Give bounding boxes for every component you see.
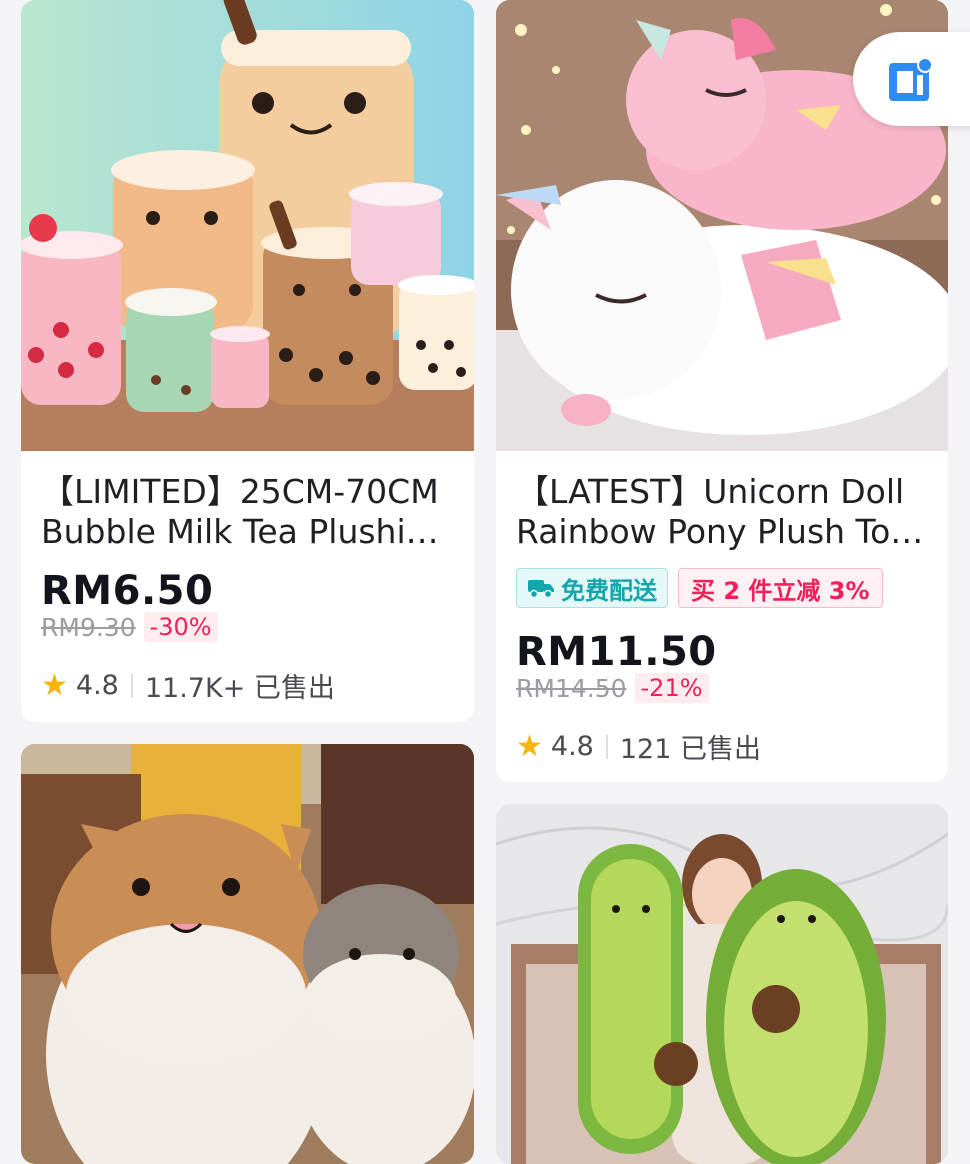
star-icon: ★ bbox=[516, 729, 543, 764]
assistant-icon bbox=[889, 57, 933, 101]
bundle-discount-tag: 买 2 件立减 3% bbox=[678, 568, 883, 608]
free-shipping-label: 免费配送 bbox=[561, 576, 657, 605]
product-card[interactable] bbox=[21, 744, 474, 1164]
original-price: RM9.30 bbox=[41, 612, 136, 642]
product-price: RM11.50 bbox=[516, 629, 717, 675]
price-compare-row: RM9.30 -30% bbox=[41, 612, 218, 642]
star-icon: ★ bbox=[41, 668, 68, 703]
product-card[interactable]: 【LIMITED】25CM-70CM Bubble Milk Tea Plush… bbox=[21, 0, 474, 722]
product-image[interactable] bbox=[496, 804, 948, 1164]
product-price: RM6.50 bbox=[41, 568, 214, 614]
truck-icon bbox=[528, 580, 554, 599]
promo-tags: 免费配送 买 2 件立减 3% bbox=[516, 568, 883, 608]
rating-row: ★ 4.8 11.7K+ 已售出 bbox=[41, 666, 335, 705]
product-image[interactable] bbox=[21, 0, 474, 451]
divider bbox=[605, 734, 608, 759]
discount-badge: -21% bbox=[634, 673, 709, 703]
price-compare-row: RM14.50 -21% bbox=[516, 673, 709, 703]
free-shipping-tag: 免费配送 bbox=[516, 568, 668, 608]
rating-value: 4.8 bbox=[75, 670, 119, 701]
sold-count: 121 已售出 bbox=[619, 734, 761, 765]
discount-badge: -30% bbox=[143, 612, 218, 642]
floating-assistant-button[interactable] bbox=[853, 32, 970, 126]
original-price: RM14.50 bbox=[516, 673, 627, 703]
product-card[interactable] bbox=[496, 804, 948, 1164]
product-title[interactable]: 【LATEST】Unicorn Doll Rainbow Pony Plush … bbox=[516, 472, 928, 552]
divider bbox=[130, 673, 133, 698]
product-image[interactable] bbox=[21, 744, 474, 1164]
product-title[interactable]: 【LIMITED】25CM-70CM Bubble Milk Tea Plush… bbox=[41, 472, 454, 552]
sold-count: 11.7K+ 已售出 bbox=[144, 673, 335, 704]
rating-value: 4.8 bbox=[550, 731, 594, 762]
rating-row: ★ 4.8 121 已售出 bbox=[516, 727, 761, 766]
